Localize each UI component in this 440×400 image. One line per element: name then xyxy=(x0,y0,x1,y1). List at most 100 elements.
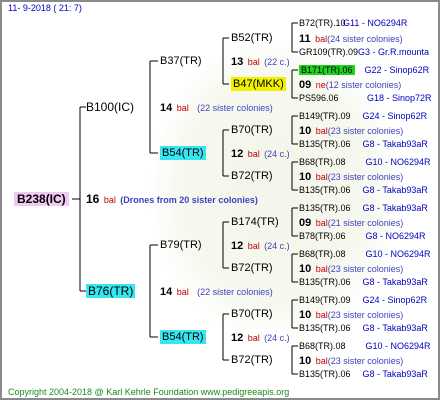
gen4-node-6[interactable]: B135(TR).06 G8 - Takab93aR xyxy=(299,137,428,151)
sire-bal: bal xyxy=(176,103,189,113)
dam-node[interactable]: B76(TR) xyxy=(86,284,136,298)
gen3-num-7: 10 xyxy=(299,309,312,321)
gen3-num-6: 10 xyxy=(299,263,312,275)
gen2-node-3[interactable]: B79(TR) xyxy=(160,238,202,252)
gen3-node-1[interactable]: B52(TR) xyxy=(231,31,273,45)
gen4-code-15: G10 - NO6294R xyxy=(365,341,431,351)
gen3-node-6[interactable]: B72(TR) xyxy=(231,261,273,275)
gen2-note-2: (24 c.) xyxy=(264,149,290,159)
gen4-node-12[interactable]: B135(TR).06 G8 - Takab93aR xyxy=(299,275,428,289)
queen-root[interactable]: B238(IC) xyxy=(14,192,69,206)
gen4-label-14: B135(TR).06 xyxy=(299,323,351,333)
gen3-note-6: (23 sister colonies) xyxy=(327,264,404,274)
gen4-node-1[interactable]: B72(TR).10 G11 - NO6294R xyxy=(299,16,407,30)
gen3-num-5: 09 xyxy=(299,217,312,229)
gen4-code-4: G18 - Sinop72R xyxy=(367,93,432,103)
sire-node[interactable]: B100(IC) xyxy=(86,100,134,114)
gen2-info-2: 12 bal (24 c.) xyxy=(231,146,290,161)
gen4-code-8: G8 - Takab93aR xyxy=(362,185,428,195)
gen3-bal-2: ne xyxy=(315,80,326,90)
gen4-label-11: B68(TR).08 xyxy=(299,249,346,259)
gen3-bal-8: bal xyxy=(315,356,328,366)
gen4-code-16: G8 - Takab93aR xyxy=(362,369,428,379)
gen3-note-5: (21 sister colonies) xyxy=(327,218,404,228)
gen2-num-2: 12 xyxy=(231,148,244,160)
gen2-note-3: (24 c.) xyxy=(264,241,290,251)
gen2-node-2[interactable]: B54(TR) xyxy=(160,146,206,160)
gen3-bal-1: bal xyxy=(315,34,328,44)
gen4-label-6: B135(TR).06 xyxy=(299,139,351,149)
gen3-node-7[interactable]: B70(TR) xyxy=(231,307,273,321)
gen2-bal-2: bal xyxy=(247,149,260,159)
gen2-bal-3: bal xyxy=(247,241,260,251)
gen3-node-3[interactable]: B70(TR) xyxy=(231,123,273,137)
gen2-info-4: 12 bal (24 c.) xyxy=(231,330,290,345)
gen3-node-5[interactable]: B174(TR) xyxy=(231,215,279,229)
gen4-code-11: G10 - NO6294R xyxy=(365,249,431,259)
gen3-bal-3: bal xyxy=(315,126,328,136)
sire-note: (22 sister colonies) xyxy=(197,103,273,113)
gen4-node-13[interactable]: B149(TR).09 G24 - Sinop62R xyxy=(299,293,427,307)
gen3-info-1: 11 bal(24 sister colonies) xyxy=(299,31,403,46)
gen3-info-5: 09 bal(21 sister colonies) xyxy=(299,215,403,230)
gen3-node-2[interactable]: B47(MKK) xyxy=(231,77,286,91)
gen3-info-4: 10 bal(23 sister colonies) xyxy=(299,169,403,184)
gen2-node-1[interactable]: B37(TR) xyxy=(160,54,202,68)
gen4-label-1: B72(TR).10 xyxy=(299,18,346,28)
gen4-code-1: G11 - NO6294R xyxy=(343,18,408,28)
gen4-node-4[interactable]: PS596.06 G18 - Sinop72R xyxy=(299,91,432,105)
gen4-node-8[interactable]: B135(TR).06 G8 - Takab93aR xyxy=(299,183,428,197)
gen3-bal-6: bal xyxy=(315,264,328,274)
date-header: 11- 9-2018 ( 21: 7) xyxy=(8,3,82,13)
gen4-label-3: B171(TR).06 xyxy=(299,65,355,75)
gen3-info-3: 10 bal(23 sister colonies) xyxy=(299,123,403,138)
gen4-node-14[interactable]: B135(TR).06 G8 - Takab93aR xyxy=(299,321,428,335)
gen4-label-4: PS596.06 xyxy=(299,93,339,103)
gen3-num-4: 10 xyxy=(299,171,312,183)
copyright-footer: Copyright 2004-2018 @ Karl Kehrle Founda… xyxy=(8,387,290,397)
gen4-node-7[interactable]: B68(TR).08 G10 - NO6294R xyxy=(299,155,431,169)
gen4-label-10: B78(TR).06 xyxy=(299,231,346,241)
gen2-bal-4: bal xyxy=(247,333,260,343)
gen4-node-9[interactable]: B135(TR).06 G8 - Takab93aR xyxy=(299,201,428,215)
dam-note: (22 sister colonies) xyxy=(197,287,273,297)
gen4-node-11[interactable]: B68(TR).08 G10 - NO6294R xyxy=(299,247,431,261)
gen4-code-9: G8 - Takab93aR xyxy=(362,203,428,213)
gen3-note-2: (12 sister colonies) xyxy=(325,80,402,90)
gen3-note-3: (23 sister colonies) xyxy=(327,126,404,136)
gen3-info-7: 10 bal(23 sister colonies) xyxy=(299,307,403,322)
gen2-num-3: 12 xyxy=(231,240,244,252)
gen4-label-13: B149(TR).09 xyxy=(299,295,351,305)
gen4-code-2: G3 - Gr.R.mounta xyxy=(358,47,430,57)
gen2-info-3: 12 bal (24 c.) xyxy=(231,238,290,253)
gen4-node-3[interactable]: B171(TR).06 G22 - Sinop62R xyxy=(299,63,429,77)
gen3-num-1: 11 xyxy=(299,33,311,45)
gen3-node-8[interactable]: B72(TR) xyxy=(231,353,273,367)
gen3-node-4[interactable]: B72(TR) xyxy=(231,169,273,183)
gen4-node-15[interactable]: B68(TR).08 G10 - NO6294R xyxy=(299,339,431,353)
sire-mating-info: 14 bal (22 sister colonies) xyxy=(160,100,273,115)
gen3-info-8: 10 bal(23 sister colonies) xyxy=(299,353,403,368)
gen4-node-10[interactable]: B78(TR).06 G8 - NO6294R xyxy=(299,229,426,243)
gen2-bal-1: bal xyxy=(247,57,260,67)
dam-num: 14 xyxy=(160,286,173,298)
dam-bal: bal xyxy=(176,287,189,297)
gen4-node-5[interactable]: B149(TR).09 G24 - Sinop62R xyxy=(299,109,427,123)
gen2-node-4[interactable]: B54(TR) xyxy=(160,330,206,344)
gen4-node-2[interactable]: GR109(TR).09G3 - Gr.R.mounta xyxy=(299,45,429,59)
gen4-label-8: B135(TR).06 xyxy=(299,185,351,195)
gen4-code-13: G24 - Sinop62R xyxy=(362,295,428,305)
gen4-node-16[interactable]: B135(TR).06 G8 - Takab93aR xyxy=(299,367,428,381)
gen2-num-1: 13 xyxy=(231,56,244,68)
gen4-label-16: B135(TR).06 xyxy=(299,369,351,379)
gen4-label-7: B68(TR).08 xyxy=(299,157,346,167)
gen4-label-15: B68(TR).08 xyxy=(299,341,346,351)
gen3-info-6: 10 bal(23 sister colonies) xyxy=(299,261,403,276)
gen4-code-10: G8 - NO6294R xyxy=(365,231,426,241)
gen3-num-3: 10 xyxy=(299,125,312,137)
gen3-note-8: (23 sister colonies) xyxy=(327,356,404,366)
gen3-num-2: 09 xyxy=(299,79,312,91)
dam-mating-info: 14 bal (22 sister colonies) xyxy=(160,284,273,299)
gen4-code-5: G24 - Sinop62R xyxy=(362,111,428,121)
gen4-code-6: G8 - Takab93aR xyxy=(362,139,428,149)
